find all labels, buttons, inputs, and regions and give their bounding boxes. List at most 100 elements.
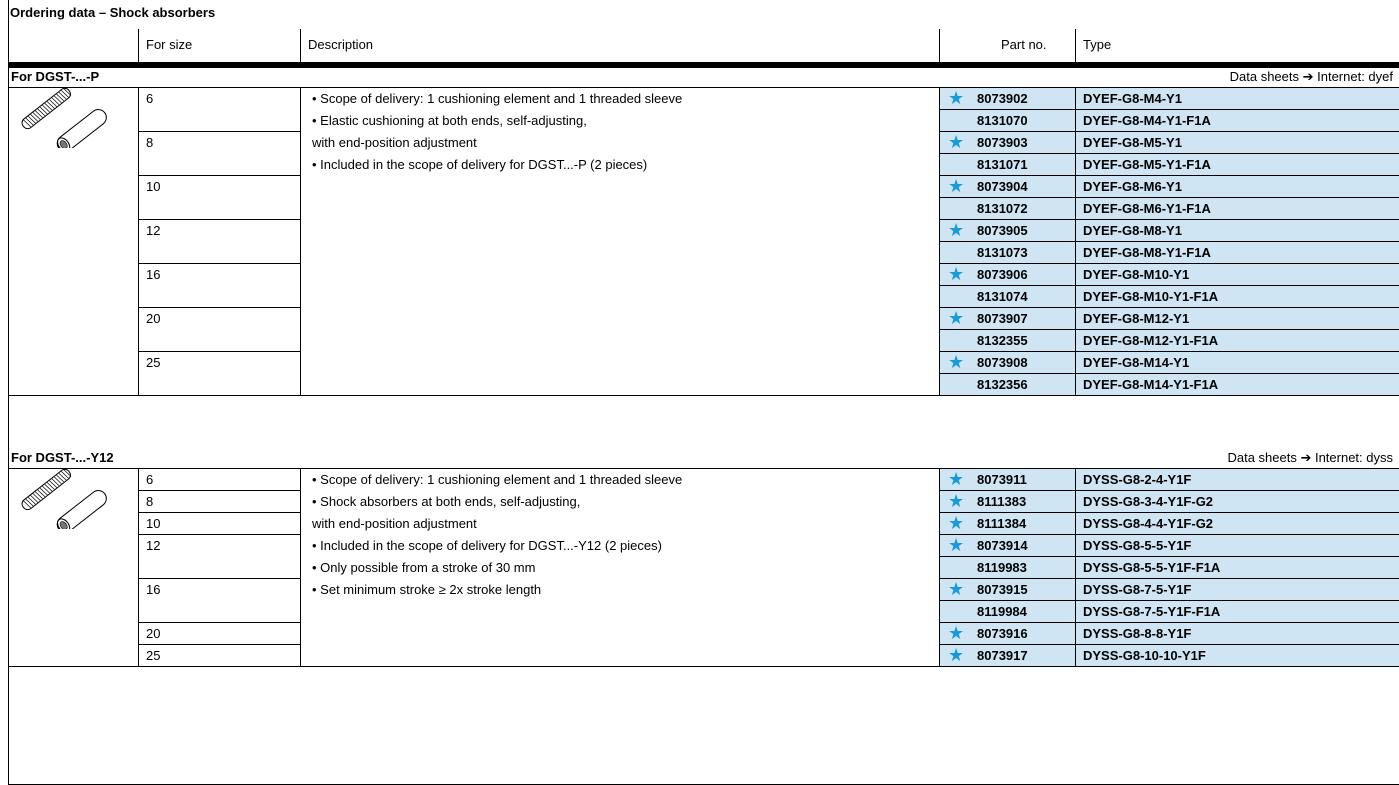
part-number[interactable]: 8073904	[977, 179, 1028, 194]
size-rule	[138, 219, 300, 220]
page-title: Ordering data – Shock absorbers	[10, 5, 216, 20]
column-divider	[300, 468, 301, 667]
part-number[interactable]: 8132355	[977, 333, 1028, 348]
star-icon: ★	[948, 535, 965, 555]
size-rule	[138, 512, 300, 513]
size-rule	[138, 534, 300, 535]
star-icon: ★	[948, 132, 965, 152]
type-code[interactable]: DYEF-G8-M12-Y1	[1083, 311, 1189, 326]
section-bottom-rule	[8, 666, 1399, 667]
part-number[interactable]: 8073911	[977, 472, 1027, 487]
type-code[interactable]: DYSS-G8-8-8-Y1F	[1083, 626, 1191, 641]
star-icon: ★	[948, 176, 965, 196]
type-code[interactable]: DYSS-G8-5-5-Y1F	[1083, 538, 1191, 553]
type-code[interactable]: DYSS-G8-5-5-Y1F-F1A	[1083, 560, 1220, 575]
size-value: 8	[146, 135, 154, 150]
section-title: For DGST-...-P	[11, 69, 100, 84]
size-rule	[138, 578, 300, 579]
type-code[interactable]: DYEF-G8-M8-Y1	[1083, 223, 1182, 238]
star-icon: ★	[948, 513, 965, 533]
type-code[interactable]: DYEF-G8-M10-Y1-F1A	[1083, 289, 1218, 304]
part-number[interactable]: 8119983	[977, 560, 1027, 575]
header-divider	[138, 29, 139, 62]
part-number[interactable]: 8073902	[977, 91, 1028, 106]
col-header-size: For size	[146, 37, 193, 52]
star-icon: ★	[948, 469, 965, 489]
part-number[interactable]: 8111383	[977, 494, 1026, 509]
type-code[interactable]: DYSS-G8-2-4-Y1F	[1083, 472, 1191, 487]
part-number[interactable]: 8111384	[977, 516, 1026, 531]
size-value: 6	[146, 472, 154, 487]
type-code[interactable]: DYEF-G8-M12-Y1-F1A	[1083, 333, 1218, 348]
type-code[interactable]: DYEF-G8-M8-Y1-F1A	[1083, 245, 1211, 260]
star-icon: ★	[948, 352, 965, 372]
type-code[interactable]: DYEF-G8-M4-Y1-F1A	[1083, 113, 1211, 128]
threaded-shock-absorber-pair-icon	[21, 468, 107, 529]
section-title: For DGST-...-Y12	[11, 450, 114, 465]
part-number[interactable]: 8132356	[977, 377, 1028, 392]
threaded-shock-absorber-pair-icon	[21, 87, 107, 148]
part-number[interactable]: 8073917	[977, 648, 1028, 663]
type-code[interactable]: DYEF-G8-M6-Y1	[1083, 179, 1182, 194]
part-number[interactable]: 8131072	[977, 201, 1028, 216]
section-bottom-rule	[8, 395, 1399, 396]
size-value: 10	[146, 179, 161, 194]
description-line: with end-position adjustment	[312, 516, 477, 531]
part-number[interactable]: 8131071	[977, 157, 1028, 172]
star-icon: ★	[948, 491, 965, 511]
star-icon: ★	[948, 308, 965, 328]
type-code[interactable]: DYSS-G8-4-4-Y1F-G2	[1083, 516, 1213, 531]
size-value: 16	[146, 267, 161, 282]
size-value: 10	[146, 516, 161, 531]
part-number[interactable]: 8073908	[977, 355, 1028, 370]
type-code[interactable]: DYSS-G8-7-5-Y1F-F1A	[1083, 604, 1220, 619]
part-number[interactable]: 8073914	[977, 538, 1028, 553]
size-rule	[138, 175, 300, 176]
part-number[interactable]: 8131070	[977, 113, 1028, 128]
size-value: 12	[146, 223, 161, 238]
description-line: • Included in the scope of delivery for …	[312, 157, 648, 172]
part-number[interactable]: 8073907	[977, 311, 1028, 326]
col-header-part-no: Part no.	[1001, 37, 1047, 52]
star-icon: ★	[948, 623, 965, 643]
star-icon: ★	[948, 645, 965, 665]
datasheet-link[interactable]: Data sheets ➔ Internet: dyss	[1227, 450, 1393, 466]
type-code[interactable]: DYSS-G8-3-4-Y1F-G2	[1083, 494, 1213, 509]
size-value: 20	[146, 311, 161, 326]
datasheet-link[interactable]: Data sheets ➔ Internet: dyef	[1230, 69, 1393, 85]
type-code[interactable]: DYEF-G8-M5-Y1-F1A	[1083, 157, 1211, 172]
size-rule	[138, 263, 300, 264]
type-code[interactable]: DYSS-G8-7-5-Y1F	[1083, 582, 1191, 597]
column-divider	[138, 87, 139, 396]
part-number[interactable]: 8119984	[977, 604, 1027, 619]
star-icon: ★	[948, 88, 965, 108]
type-code[interactable]: DYEF-G8-M6-Y1-F1A	[1083, 201, 1211, 216]
part-number[interactable]: 8073903	[977, 135, 1028, 150]
size-rule	[138, 307, 300, 308]
part-number[interactable]: 8073915	[977, 582, 1028, 597]
part-number[interactable]: 8131074	[977, 289, 1028, 304]
type-code[interactable]: DYEF-G8-M5-Y1	[1083, 135, 1182, 150]
part-number[interactable]: 8073905	[977, 223, 1028, 238]
part-number[interactable]: 8073906	[977, 267, 1028, 282]
header-rule	[8, 62, 1399, 68]
type-code[interactable]: DYEF-G8-M14-Y1	[1083, 355, 1189, 370]
part-number[interactable]: 8131073	[977, 245, 1028, 260]
header-divider	[300, 29, 301, 62]
col-header-description: Description	[308, 37, 374, 52]
description-line: • Only possible from a stroke of 30 mm	[312, 560, 536, 575]
size-value: 20	[146, 626, 161, 641]
size-rule	[138, 622, 300, 623]
description-line: • Elastic cushioning at both ends, self-…	[312, 113, 587, 128]
type-code[interactable]: DYEF-G8-M10-Y1	[1083, 267, 1189, 282]
size-value: 25	[146, 648, 161, 663]
star-icon: ★	[948, 220, 965, 240]
type-code[interactable]: DYSS-G8-10-10-Y1F	[1083, 648, 1206, 663]
size-rule	[138, 131, 300, 132]
size-value: 16	[146, 582, 161, 597]
type-code[interactable]: DYEF-G8-M4-Y1	[1083, 91, 1182, 106]
part-number[interactable]: 8073916	[977, 626, 1028, 641]
star-icon: ★	[948, 579, 965, 599]
type-code[interactable]: DYEF-G8-M14-Y1-F1A	[1083, 377, 1218, 392]
description-line: • Scope of delivery: 1 cushioning elemen…	[312, 91, 683, 106]
